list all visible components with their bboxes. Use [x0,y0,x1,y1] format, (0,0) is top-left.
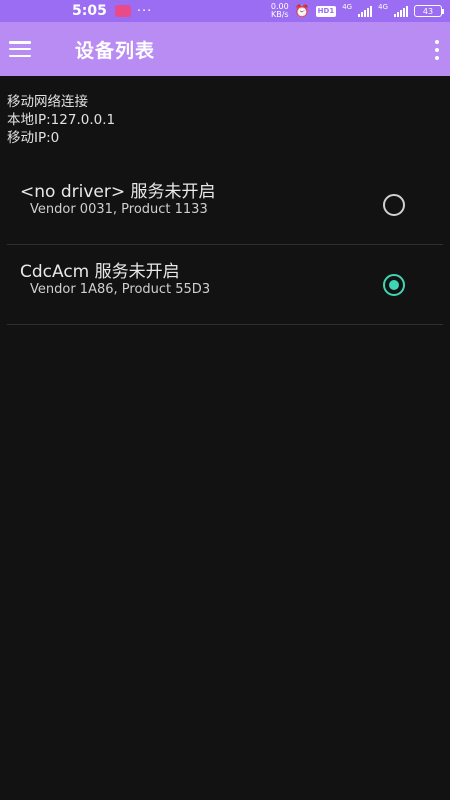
radio-unchecked-icon[interactable] [383,194,405,216]
page-title: 设备列表 [75,40,156,62]
status-time: 5:05 [72,3,107,19]
status-indicators: 0.00 KB/s ⏰ HD1 4G 4G 43 [271,3,444,19]
network-connection-label: 移动网络连接 [7,94,88,110]
more-vert-icon[interactable] [434,40,440,60]
device-name: CdcAcm 服务未开启 [20,262,180,282]
network-speed: 0.00 KB/s [271,3,289,19]
notification-app-icon [114,5,131,17]
radio-checked-icon[interactable] [383,274,405,296]
menu-icon[interactable] [9,41,31,57]
battery-icon: 43 [414,5,444,17]
device-item[interactable]: <no driver> 服务未开启 Vendor 0031, Product 1… [7,165,443,245]
network-type-label-2: 4G [378,3,388,11]
local-ip-label: 本地IP:127.0.0.1 [7,112,116,128]
notification-more-icon: ··· [136,3,153,19]
device-name: <no driver> 服务未开启 [20,182,216,202]
signal-strength-icon-2 [394,5,408,17]
device-vendor-product: Vendor 0031, Product 1133 [30,202,208,217]
network-speed-unit: KB/s [271,10,289,19]
network-type-label-1: 4G [342,3,353,11]
mobile-ip-label: 移动IP:0 [7,130,60,146]
signal-strength-icon-1 [358,5,373,17]
hd-badge: HD1 [315,5,337,17]
alarm-icon: ⏰ [294,4,310,18]
device-list: <no driver> 服务未开启 Vendor 0031, Product 1… [0,165,450,325]
status-bar: 5:05 ··· 0.00 KB/s ⏰ HD1 4G 4G 43 [0,0,450,22]
app-bar: 设备列表 [0,22,450,76]
device-item[interactable]: CdcAcm 服务未开启 Vendor 1A86, Product 55D3 [7,245,443,325]
device-vendor-product: Vendor 1A86, Product 55D3 [30,282,211,297]
network-info: 移动网络连接 本地IP:127.0.0.1 移动IP:0 [7,93,115,147]
